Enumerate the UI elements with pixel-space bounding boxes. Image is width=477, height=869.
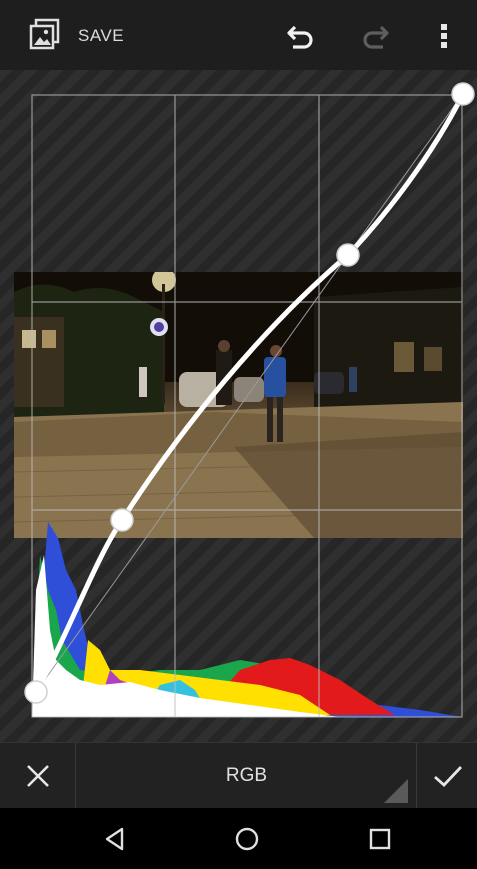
redo-icon <box>363 25 389 49</box>
nav-recents-button[interactable] <box>363 822 397 856</box>
system-nav-bar <box>0 808 477 869</box>
check-icon <box>433 766 462 787</box>
save-button[interactable]: SAVE <box>78 26 124 46</box>
redo-button[interactable] <box>357 20 393 52</box>
apply-button[interactable] <box>418 743 477 809</box>
nav-back-button[interactable] <box>98 822 132 856</box>
home-circle-icon <box>235 827 259 851</box>
more-options-button[interactable] <box>432 20 456 52</box>
control-point-3[interactable] <box>451 82 475 106</box>
bottom-action-bar: RGB <box>0 742 477 809</box>
back-triangle-icon <box>105 827 124 851</box>
save-photo-icon[interactable] <box>28 17 62 51</box>
close-icon <box>26 765 49 787</box>
channel-label: RGB <box>225 765 268 786</box>
control-point-1[interactable] <box>110 508 134 532</box>
histogram <box>32 522 462 717</box>
recents-square-icon <box>369 828 391 850</box>
more-vert-icon <box>441 24 447 48</box>
curve-graph[interactable] <box>0 70 477 742</box>
identity-line <box>35 94 463 693</box>
cancel-button[interactable] <box>0 743 76 809</box>
undo-button[interactable] <box>283 20 319 52</box>
control-point-0[interactable] <box>24 680 48 704</box>
top-toolbar: SAVE <box>0 0 477 70</box>
control-point-2[interactable] <box>336 243 360 267</box>
curve-grid <box>31 94 463 718</box>
curves-editor[interactable] <box>0 70 477 742</box>
undo-icon <box>287 25 313 49</box>
nav-home-button[interactable] <box>230 822 264 856</box>
channel-dropdown[interactable]: RGB <box>77 743 417 809</box>
dropdown-corner-icon <box>384 779 408 803</box>
